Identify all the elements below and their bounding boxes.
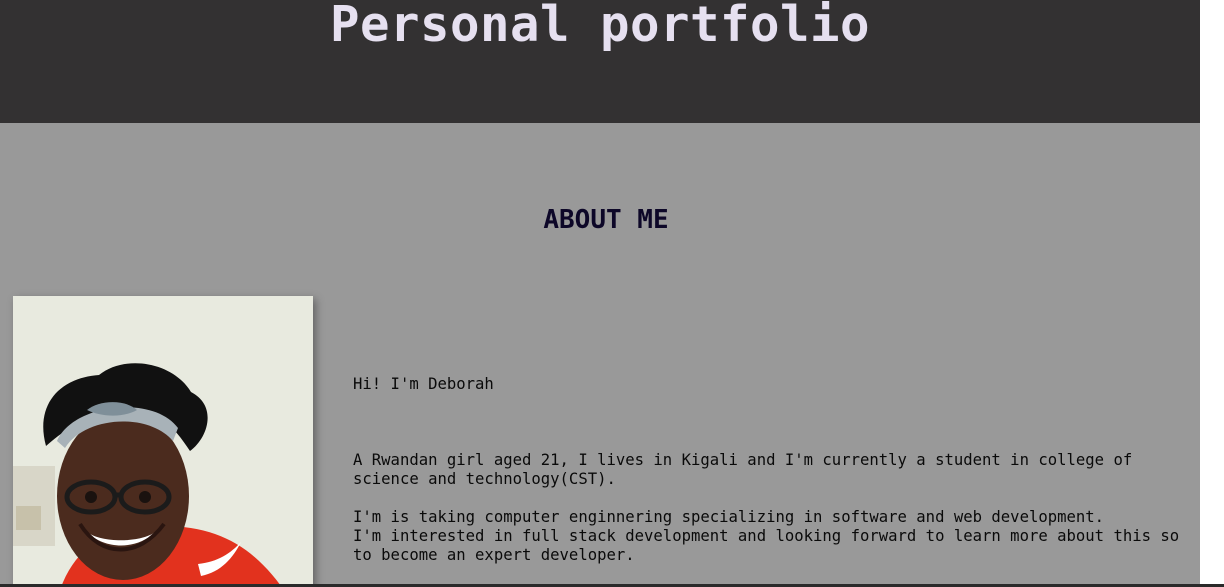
interest-line: I'm interested in full stack development… (353, 527, 1189, 564)
about-text: Hi! I'm Deborah A Rwandan girl aged 21, … (353, 375, 1193, 565)
profile-photo-image (13, 296, 313, 587)
study-line: I'm is taking computer enginnering speci… (353, 508, 1105, 526)
about-heading: ABOUT ME (543, 205, 669, 235)
about-section: ABOUT ME Hi! I'm Deborah A Rwandan girl … (0, 123, 1200, 587)
site-title: Personal portfolio (329, 0, 870, 53)
greeting-text: Hi! I'm Deborah (353, 375, 494, 393)
profile-photo (13, 296, 313, 587)
site-header: Personal portfolio (0, 0, 1200, 123)
intro-paragraph: A Rwandan girl aged 21, I lives in Kigal… (353, 451, 1142, 488)
